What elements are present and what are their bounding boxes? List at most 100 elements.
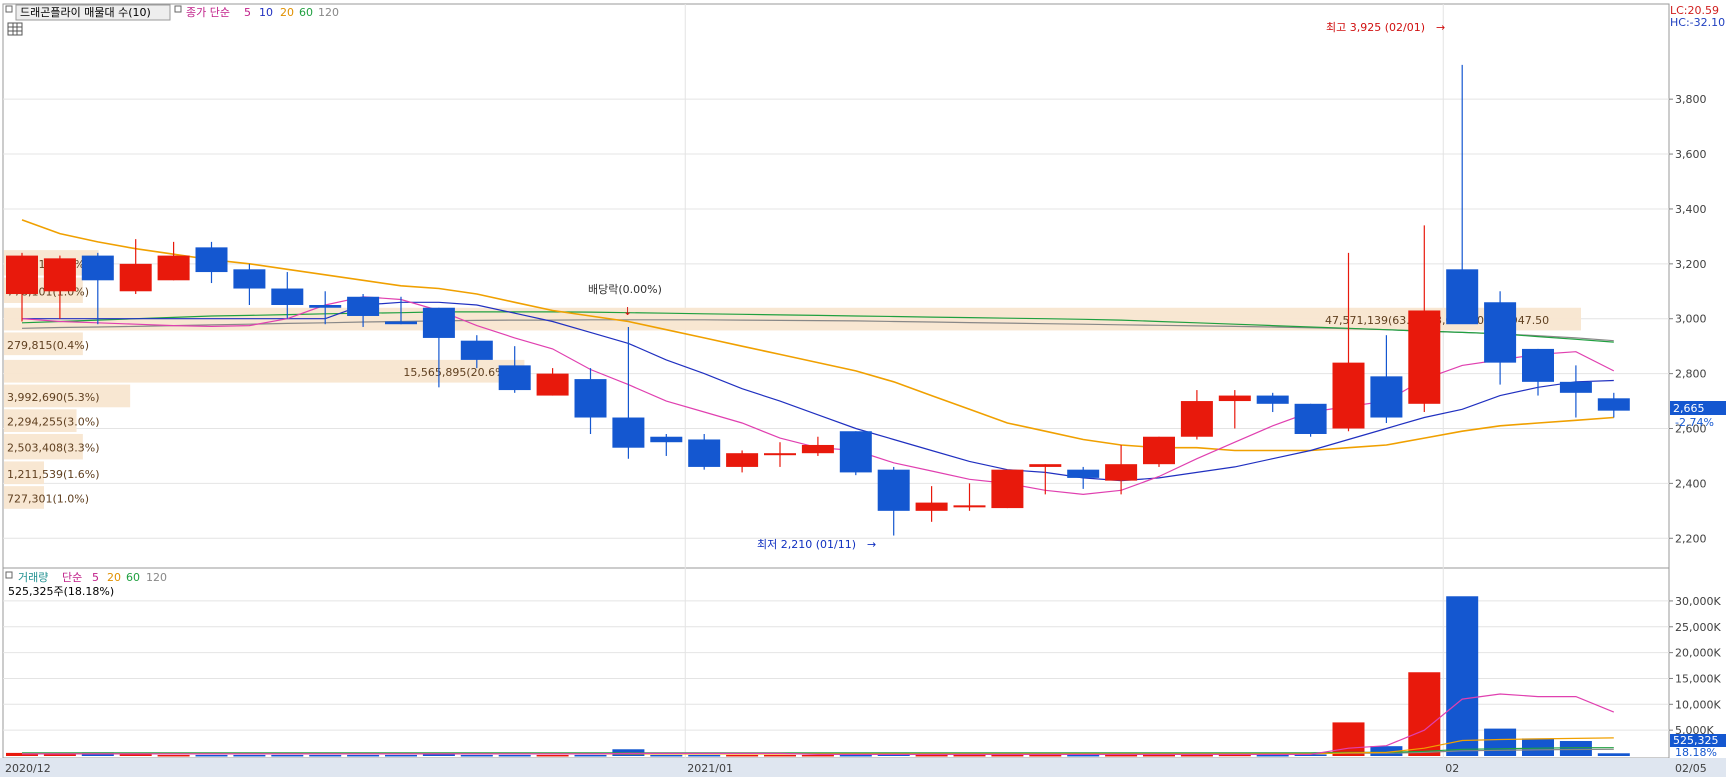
price-band-label: 3,992,690(5.3%)	[7, 391, 100, 404]
candle-body	[1408, 310, 1441, 404]
volume-bar	[915, 754, 948, 757]
price-y-axis: 2,2002,4002,6002,8003,0003,2003,4003,600…	[1669, 93, 1707, 545]
low-annotation: 최저 2,210 (01/11)	[757, 538, 856, 551]
candle-body	[1446, 269, 1479, 325]
volume-bar	[271, 754, 304, 757]
price-band-label: 2,294,255(3.0%)	[7, 416, 100, 429]
volume-bar	[801, 754, 834, 757]
volume-bar	[1143, 754, 1175, 757]
candle-body	[43, 258, 76, 292]
price-tick-label: 3,600	[1675, 148, 1707, 161]
volume-bar	[119, 754, 152, 756]
volume-legend-ma5: 5	[92, 571, 99, 584]
price-band-label: 15,565,895(20.6%)	[403, 366, 510, 379]
volume-bar	[498, 754, 531, 757]
volume-bar	[1597, 753, 1630, 756]
price-tick-label: 3,400	[1675, 203, 1707, 216]
volume-bar	[991, 754, 1024, 757]
volume-legend-title: 거래량	[18, 571, 48, 584]
price-tick-label: 2,800	[1675, 368, 1707, 381]
dividend-arrow-icon: ↓	[623, 305, 632, 318]
volume-y-axis: 5,000K10,000K15,000K20,000K25,000K30,000…	[1669, 595, 1721, 737]
x-axis-strip	[0, 758, 1726, 777]
hc-value: HC:-32.10	[1670, 16, 1725, 29]
candle-body	[536, 373, 569, 396]
candle-body	[915, 502, 948, 511]
price-band-label: 2,503,408(3.3%)	[7, 442, 100, 455]
x-axis-label: 2020/12	[5, 762, 51, 775]
volume-bar	[422, 754, 455, 756]
candle-body	[1597, 398, 1630, 411]
legend-ma120: 120	[318, 6, 339, 19]
price-band-label: 727,301(1.0%)	[7, 492, 89, 505]
volume-bar	[157, 754, 190, 757]
volume-tick-label: 20,000K	[1675, 647, 1721, 660]
candle-body	[839, 431, 872, 473]
candle-body	[1105, 464, 1138, 481]
volume-bar	[536, 754, 569, 757]
volume-bar	[385, 754, 417, 757]
x-axis-label: 02	[1445, 762, 1459, 775]
volume-bar	[1484, 728, 1517, 756]
legend-ma-prefix: 종가 단순	[186, 6, 230, 19]
volume-legend-ma120: 120	[146, 571, 167, 584]
candle-body	[195, 247, 228, 273]
candle-body	[81, 255, 114, 281]
candle-body	[764, 453, 796, 456]
x-axis-label: 2021/01	[687, 762, 733, 775]
candle-body	[1256, 395, 1289, 404]
dividend-annotation: 배당락(0.00%)	[588, 283, 662, 296]
high-annotation: 최고 3,925 (02/01)	[1326, 21, 1425, 34]
candle-body	[309, 305, 342, 308]
volume-bar	[953, 754, 986, 757]
last-price-value: 2,665	[1673, 402, 1705, 415]
candle-body	[422, 307, 455, 338]
volume-bar	[1446, 596, 1479, 756]
candle-body	[119, 263, 152, 292]
volume-legend-ma20: 20	[107, 571, 121, 584]
candle-body	[1294, 403, 1327, 434]
legend-ma20: 20	[280, 6, 294, 19]
candle-body	[688, 439, 721, 467]
candle-body	[612, 417, 645, 448]
candle-body	[1370, 376, 1403, 418]
candle-body	[347, 296, 380, 316]
candle-body	[6, 255, 38, 295]
volume-legend-ma-prefix: 단순	[62, 571, 82, 584]
volume-bar	[1332, 722, 1365, 756]
volume-tick-label: 25,000K	[1675, 621, 1721, 634]
volume-bar	[1180, 754, 1213, 757]
volume-bar	[347, 754, 380, 757]
volume-bar	[574, 754, 607, 757]
volume-bar	[460, 754, 493, 757]
price-tick-label: 3,200	[1675, 258, 1707, 271]
table-icon[interactable]	[7, 22, 23, 36]
volume-info: 525,325주(18.18%)	[8, 585, 114, 598]
candle-body	[877, 469, 910, 511]
volume-legend-ma60: 60	[126, 571, 140, 584]
volume-bar	[688, 754, 721, 757]
high-arrow-icon: →	[1436, 21, 1445, 34]
candle-body	[1484, 302, 1517, 363]
candle-body	[1522, 348, 1554, 382]
volume-bar	[309, 754, 342, 757]
price-band-label: 279,815(0.4%)	[7, 339, 89, 352]
stock-chart[interactable]: 624,917(0.6%)778,101(1.0%)47,571,139(63.…	[0, 0, 1726, 777]
candle-body	[1143, 436, 1175, 465]
candle-body	[650, 436, 683, 443]
x-axis-label: 02/05	[1675, 762, 1707, 775]
legend-ma5: 5	[244, 6, 251, 19]
candle-body	[726, 453, 759, 467]
price-tick-label: 3,800	[1675, 93, 1707, 106]
legend-title: 드래곤플라이 매물대 수(10)	[20, 6, 151, 19]
volume-bar	[839, 754, 872, 757]
volume-bar	[764, 754, 796, 757]
volume-bar	[1105, 754, 1138, 757]
price-tick-label: 3,000	[1675, 313, 1707, 326]
volume-bar	[1522, 738, 1554, 756]
candle-body	[991, 469, 1024, 509]
volume-tick-label: 30,000K	[1675, 595, 1721, 608]
volume-bar	[650, 754, 683, 757]
volume-bar	[43, 754, 76, 756]
candle-body	[1067, 469, 1100, 478]
